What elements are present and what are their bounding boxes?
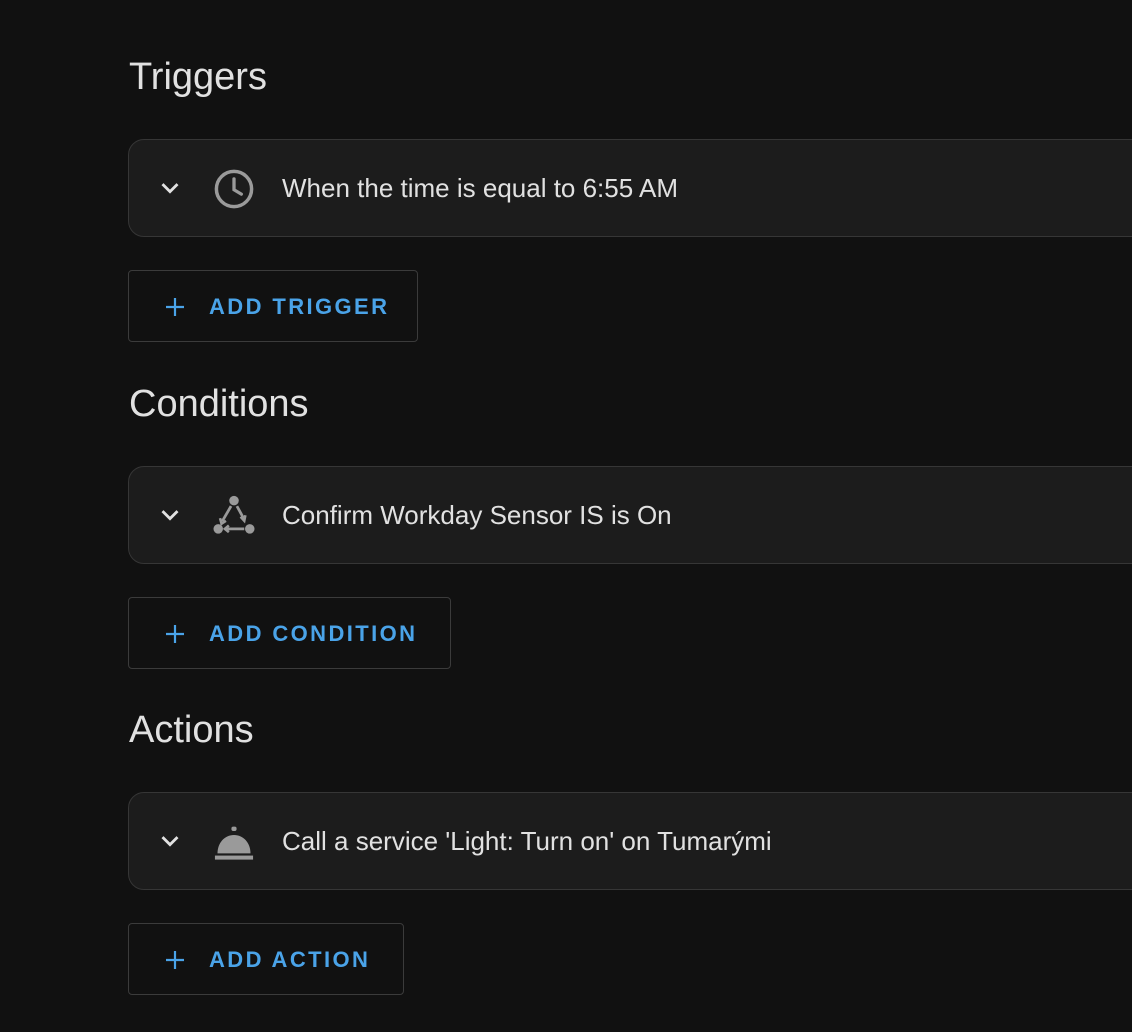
trigger-description: When the time is equal to 6:55 AM <box>282 173 678 203</box>
automation-editor: Triggers When the time is equal to 6:55 … <box>0 0 1132 1032</box>
plus-icon <box>166 625 184 643</box>
actions-title: Actions <box>129 709 254 751</box>
condition-description: Confirm Workday Sensor IS is On <box>282 500 672 530</box>
conditions-title: Conditions <box>129 383 309 425</box>
add-condition-label: ADD CONDITION <box>209 621 418 646</box>
clock-icon <box>214 169 254 209</box>
chevron-down-icon[interactable] <box>153 824 187 858</box>
add-action-button[interactable]: ADD ACTION <box>128 923 404 995</box>
add-trigger-button[interactable]: ADD TRIGGER <box>128 270 418 342</box>
chevron-down-icon[interactable] <box>153 171 187 205</box>
condition-card[interactable]: Confirm Workday Sensor IS is On <box>128 466 1132 564</box>
service-bell-icon <box>214 826 254 860</box>
state-graph-icon <box>213 495 255 534</box>
add-trigger-label: ADD TRIGGER <box>209 294 390 319</box>
plus-icon <box>166 951 184 969</box>
action-description: Call a service 'Light: Turn on' on Tumar… <box>282 826 772 856</box>
trigger-card[interactable]: When the time is equal to 6:55 AM <box>128 139 1132 237</box>
plus-icon <box>166 298 184 316</box>
add-action-label: ADD ACTION <box>209 947 371 972</box>
chevron-down-icon[interactable] <box>153 498 187 532</box>
triggers-title: Triggers <box>129 56 267 98</box>
action-card[interactable]: Call a service 'Light: Turn on' on Tumar… <box>128 792 1132 890</box>
add-condition-button[interactable]: ADD CONDITION <box>128 597 451 669</box>
